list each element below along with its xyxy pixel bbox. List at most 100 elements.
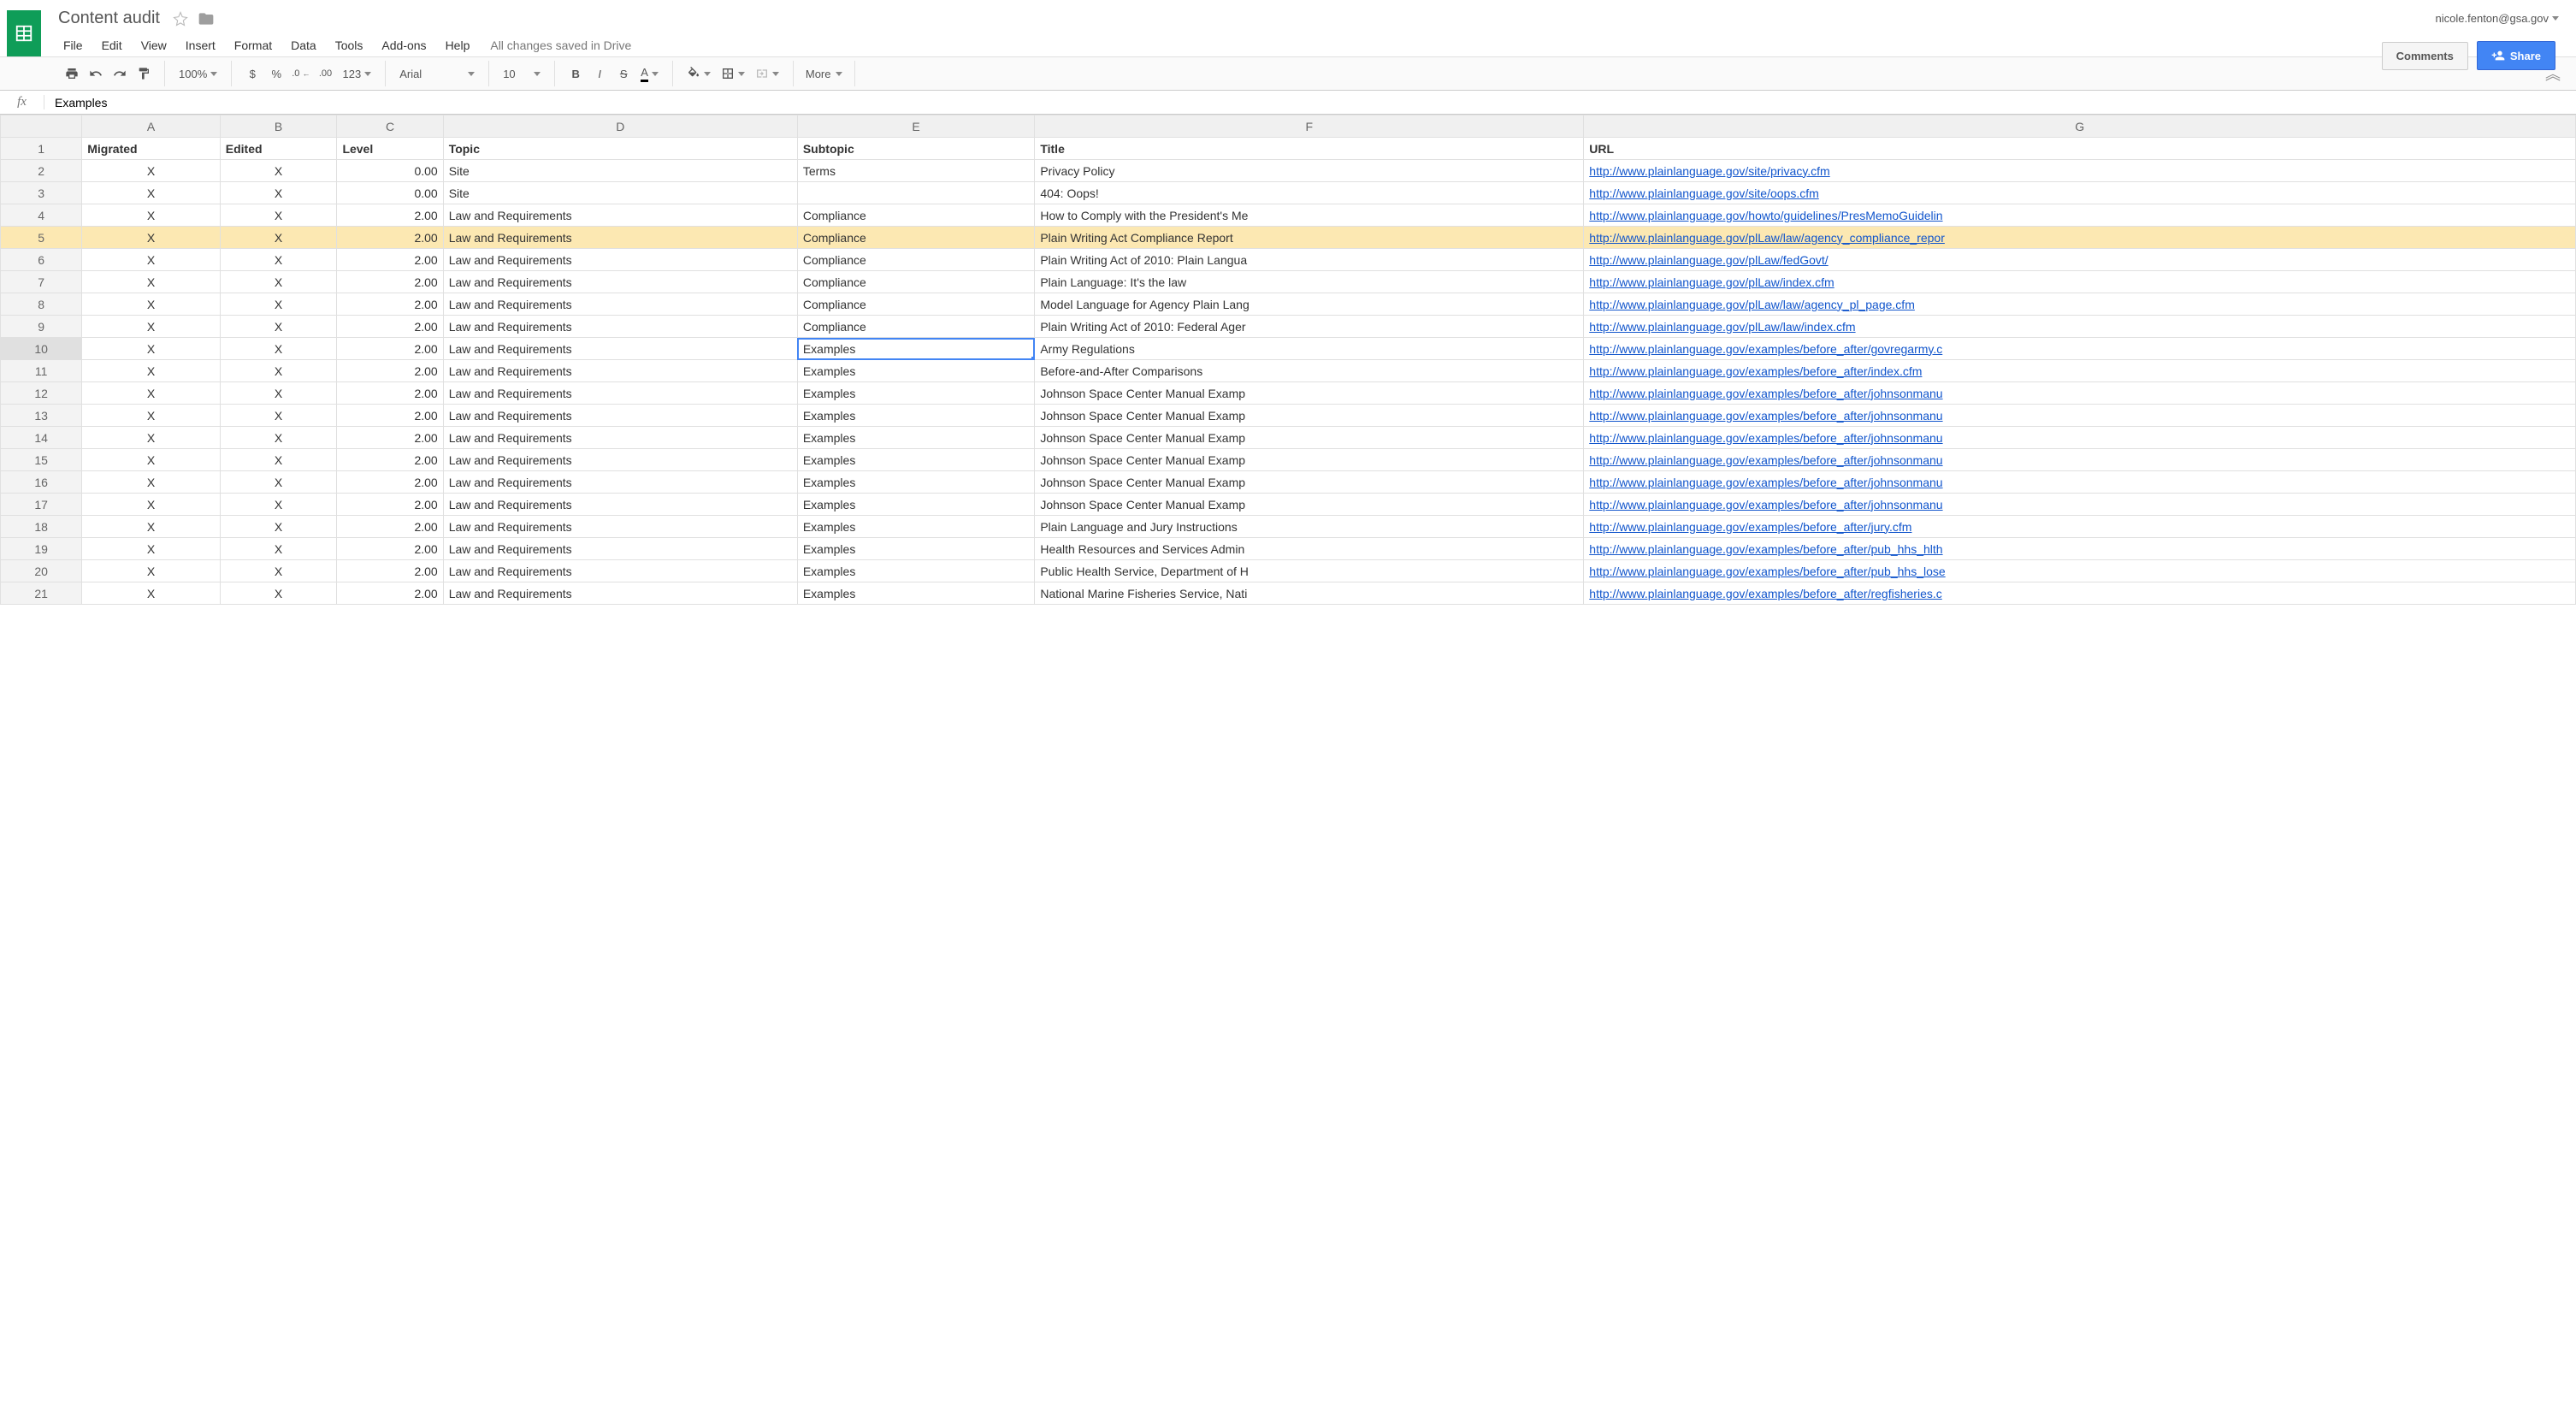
cell[interactable]: Law and Requirements	[443, 427, 797, 449]
cell[interactable]: X	[220, 560, 337, 582]
url-link[interactable]: http://www.plainlanguage.gov/examples/be…	[1589, 453, 1942, 467]
row-header[interactable]: 18	[1, 516, 82, 538]
cell[interactable]: X	[82, 338, 221, 360]
font-size-select[interactable]: 10	[498, 62, 546, 86]
cell[interactable]: X	[220, 494, 337, 516]
cell[interactable]: Law and Requirements	[443, 293, 797, 316]
row-header[interactable]: 21	[1, 582, 82, 605]
url-link[interactable]: http://www.plainlanguage.gov/plLaw/fedGo…	[1589, 253, 1828, 267]
number-format-select[interactable]: 123	[337, 62, 376, 86]
cell[interactable]: Compliance	[797, 227, 1034, 249]
url-link[interactable]: http://www.plainlanguage.gov/examples/be…	[1589, 498, 1942, 511]
cell[interactable]: Model Language for Agency Plain Lang	[1035, 293, 1584, 316]
cell[interactable]: Site	[443, 182, 797, 204]
cell[interactable]: Law and Requirements	[443, 538, 797, 560]
cell[interactable]: Plain Writing Act of 2010: Federal Ager	[1035, 316, 1584, 338]
cell[interactable]: http://www.plainlanguage.gov/plLaw/law/a…	[1584, 293, 2576, 316]
cell[interactable]: 2.00	[337, 360, 443, 382]
cell[interactable]: Examples	[797, 382, 1034, 405]
cell[interactable]: X	[82, 204, 221, 227]
menu-data[interactable]: Data	[282, 35, 325, 56]
cell[interactable]: Health Resources and Services Admin	[1035, 538, 1584, 560]
cell[interactable]: Examples	[797, 582, 1034, 605]
row-header[interactable]: 17	[1, 494, 82, 516]
header-cell[interactable]: Subtopic	[797, 138, 1034, 160]
row-header[interactable]: 12	[1, 382, 82, 405]
cell[interactable]: Terms	[797, 160, 1034, 182]
row-header[interactable]: 9	[1, 316, 82, 338]
cell[interactable]: X	[220, 360, 337, 382]
spreadsheet-grid[interactable]: ABCDEFG1MigratedEditedLevelTopicSubtopic…	[0, 115, 2576, 605]
cell[interactable]: X	[82, 449, 221, 471]
url-link[interactable]: http://www.plainlanguage.gov/examples/be…	[1589, 542, 1942, 556]
cell[interactable]: Law and Requirements	[443, 316, 797, 338]
cell[interactable]: Johnson Space Center Manual Examp	[1035, 405, 1584, 427]
star-icon[interactable]	[172, 10, 189, 27]
cell[interactable]: 404: Oops!	[1035, 182, 1584, 204]
cell[interactable]: Law and Requirements	[443, 338, 797, 360]
url-link[interactable]: http://www.plainlanguage.gov/plLaw/law/i…	[1589, 320, 1855, 334]
cell[interactable]: http://www.plainlanguage.gov/plLaw/law/a…	[1584, 227, 2576, 249]
cell[interactable]: X	[82, 227, 221, 249]
cell[interactable]: Examples	[797, 538, 1034, 560]
cell[interactable]: http://www.plainlanguage.gov/examples/be…	[1584, 382, 2576, 405]
cell[interactable]: http://www.plainlanguage.gov/site/privac…	[1584, 160, 2576, 182]
cell[interactable]: Johnson Space Center Manual Examp	[1035, 382, 1584, 405]
increase-decimal-button[interactable]: .00	[313, 62, 337, 86]
row-header[interactable]: 8	[1, 293, 82, 316]
cell[interactable]: X	[82, 249, 221, 271]
row-header[interactable]: 4	[1, 204, 82, 227]
cell[interactable]: http://www.plainlanguage.gov/examples/be…	[1584, 360, 2576, 382]
font-family-select[interactable]: Arial	[394, 62, 480, 86]
comments-button[interactable]: Comments	[2382, 42, 2468, 70]
cell[interactable]: Law and Requirements	[443, 405, 797, 427]
menu-file[interactable]: File	[55, 35, 92, 56]
cell[interactable]: X	[82, 271, 221, 293]
cell[interactable]: Compliance	[797, 271, 1034, 293]
cell[interactable]	[797, 182, 1034, 204]
cell[interactable]: X	[220, 160, 337, 182]
cell[interactable]: Examples	[797, 516, 1034, 538]
cell[interactable]: http://www.plainlanguage.gov/examples/be…	[1584, 338, 2576, 360]
cell[interactable]: X	[220, 316, 337, 338]
menu-tools[interactable]: Tools	[327, 35, 372, 56]
cell[interactable]: 2.00	[337, 560, 443, 582]
menu-format[interactable]: Format	[226, 35, 281, 56]
cell[interactable]: X	[82, 316, 221, 338]
cell[interactable]: 2.00	[337, 204, 443, 227]
header-cell[interactable]: Edited	[220, 138, 337, 160]
cell[interactable]: X	[82, 538, 221, 560]
row-header[interactable]: 6	[1, 249, 82, 271]
print-button[interactable]	[60, 62, 84, 86]
cell[interactable]: X	[82, 293, 221, 316]
header-cell[interactable]: Title	[1035, 138, 1584, 160]
url-link[interactable]: http://www.plainlanguage.gov/examples/be…	[1589, 431, 1942, 445]
cell[interactable]: 2.00	[337, 271, 443, 293]
cell[interactable]: Examples	[797, 494, 1034, 516]
share-button[interactable]: Share	[2477, 41, 2555, 70]
cell[interactable]: 2.00	[337, 471, 443, 494]
cell[interactable]: 2.00	[337, 338, 443, 360]
column-header-G[interactable]: G	[1584, 115, 2576, 138]
column-header-A[interactable]: A	[82, 115, 221, 138]
cell[interactable]: Johnson Space Center Manual Examp	[1035, 471, 1584, 494]
cell[interactable]: 0.00	[337, 160, 443, 182]
cell[interactable]: X	[220, 427, 337, 449]
cell[interactable]: Law and Requirements	[443, 271, 797, 293]
cell[interactable]: Plain Writing Act Compliance Report	[1035, 227, 1584, 249]
url-link[interactable]: http://www.plainlanguage.gov/examples/be…	[1589, 364, 1922, 378]
cell[interactable]: Plain Language and Jury Instructions	[1035, 516, 1584, 538]
cell[interactable]: http://www.plainlanguage.gov/examples/be…	[1584, 427, 2576, 449]
cell[interactable]: Law and Requirements	[443, 382, 797, 405]
cell[interactable]: X	[82, 360, 221, 382]
row-header[interactable]: 19	[1, 538, 82, 560]
cell[interactable]: Law and Requirements	[443, 471, 797, 494]
cell[interactable]: http://www.plainlanguage.gov/examples/be…	[1584, 449, 2576, 471]
cell[interactable]: 2.00	[337, 449, 443, 471]
cell[interactable]: X	[82, 427, 221, 449]
cell[interactable]: X	[82, 494, 221, 516]
cell[interactable]: 2.00	[337, 582, 443, 605]
menu-view[interactable]: View	[133, 35, 175, 56]
cell[interactable]: X	[82, 471, 221, 494]
cell[interactable]: X	[82, 182, 221, 204]
